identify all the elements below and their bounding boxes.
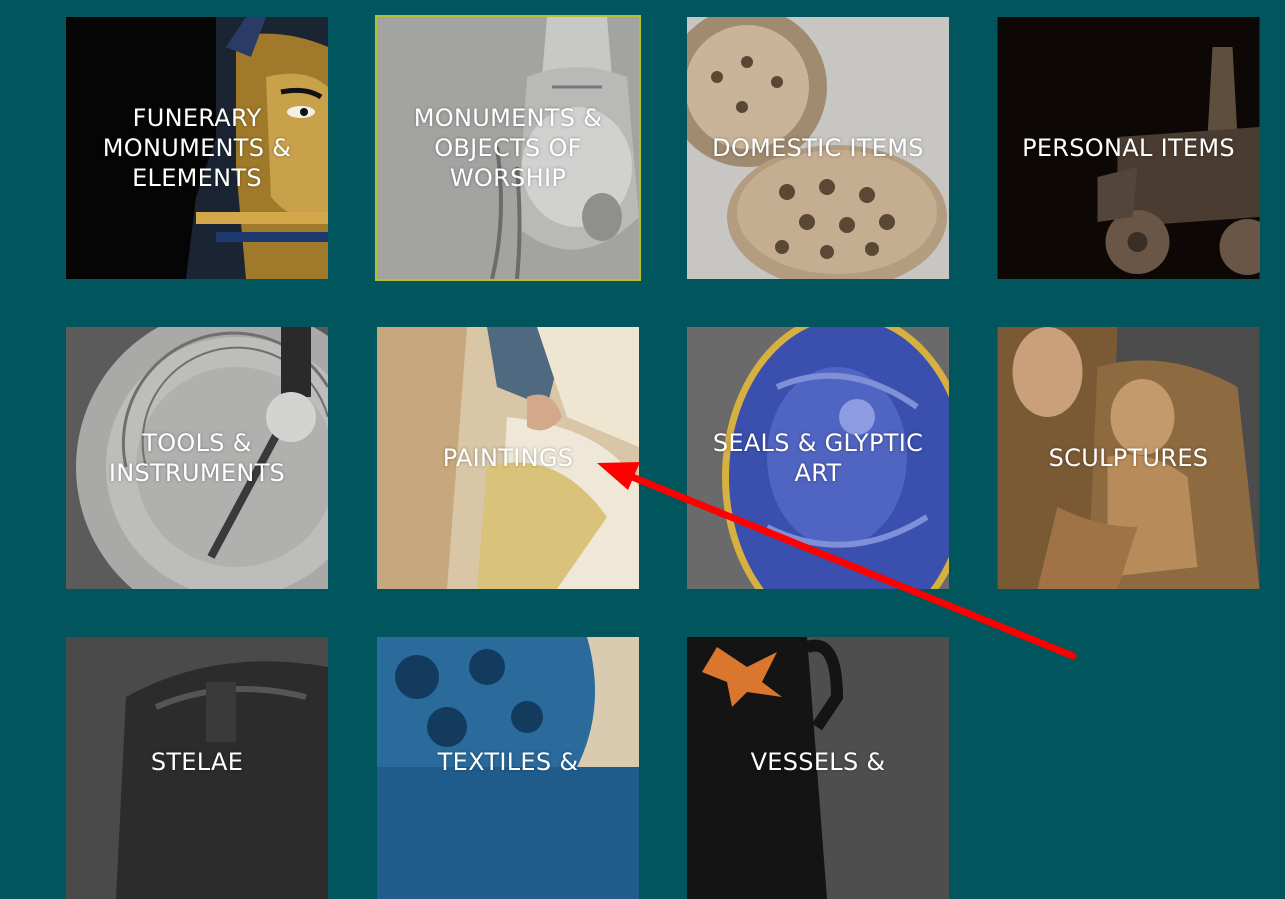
category-tile-vessels[interactable]: VESSELS & [687,637,949,899]
category-label: TOOLS & INSTRUMENTS [108,429,286,487]
category-label: TEXTILES & [437,748,579,776]
category-label: PERSONAL ITEMS [1022,134,1235,162]
category-label: VESSELS & [750,748,886,776]
category-tile-personal[interactable]: PERSONAL ITEMS [997,17,1260,279]
category-label: SEALS & GLYPTIC ART [712,429,924,487]
category-tile-funerary[interactable]: FUNERARY MONUMENTS & ELEMENTS [66,17,328,279]
category-label: SCULPTURES [1048,444,1209,472]
category-label: STELAE [150,748,244,776]
category-label: MONUMENTS & OBJECTS OF WORSHIP [413,104,603,192]
category-tile-sculptures[interactable]: SCULPTURES [997,327,1260,589]
category-grid: FUNERARY MONUMENTS & ELEMENTS MONUMENTS … [0,0,1285,899]
category-tile-stelae[interactable]: STELAE [66,637,328,899]
category-tile-domestic[interactable]: DOMESTIC ITEMS [687,17,949,279]
category-label: FUNERARY MONUMENTS & ELEMENTS [102,104,292,192]
category-label: DOMESTIC ITEMS [712,134,924,162]
category-tile-seals[interactable]: SEALS & GLYPTIC ART [687,327,949,589]
category-tile-textiles[interactable]: TEXTILES & [377,637,639,899]
category-label: PAINTINGS [442,444,574,472]
category-tile-worship[interactable]: MONUMENTS & OBJECTS OF WORSHIP [375,15,641,281]
category-tile-paintings[interactable]: PAINTINGS [377,327,639,589]
category-tile-tools[interactable]: TOOLS & INSTRUMENTS [66,327,328,589]
